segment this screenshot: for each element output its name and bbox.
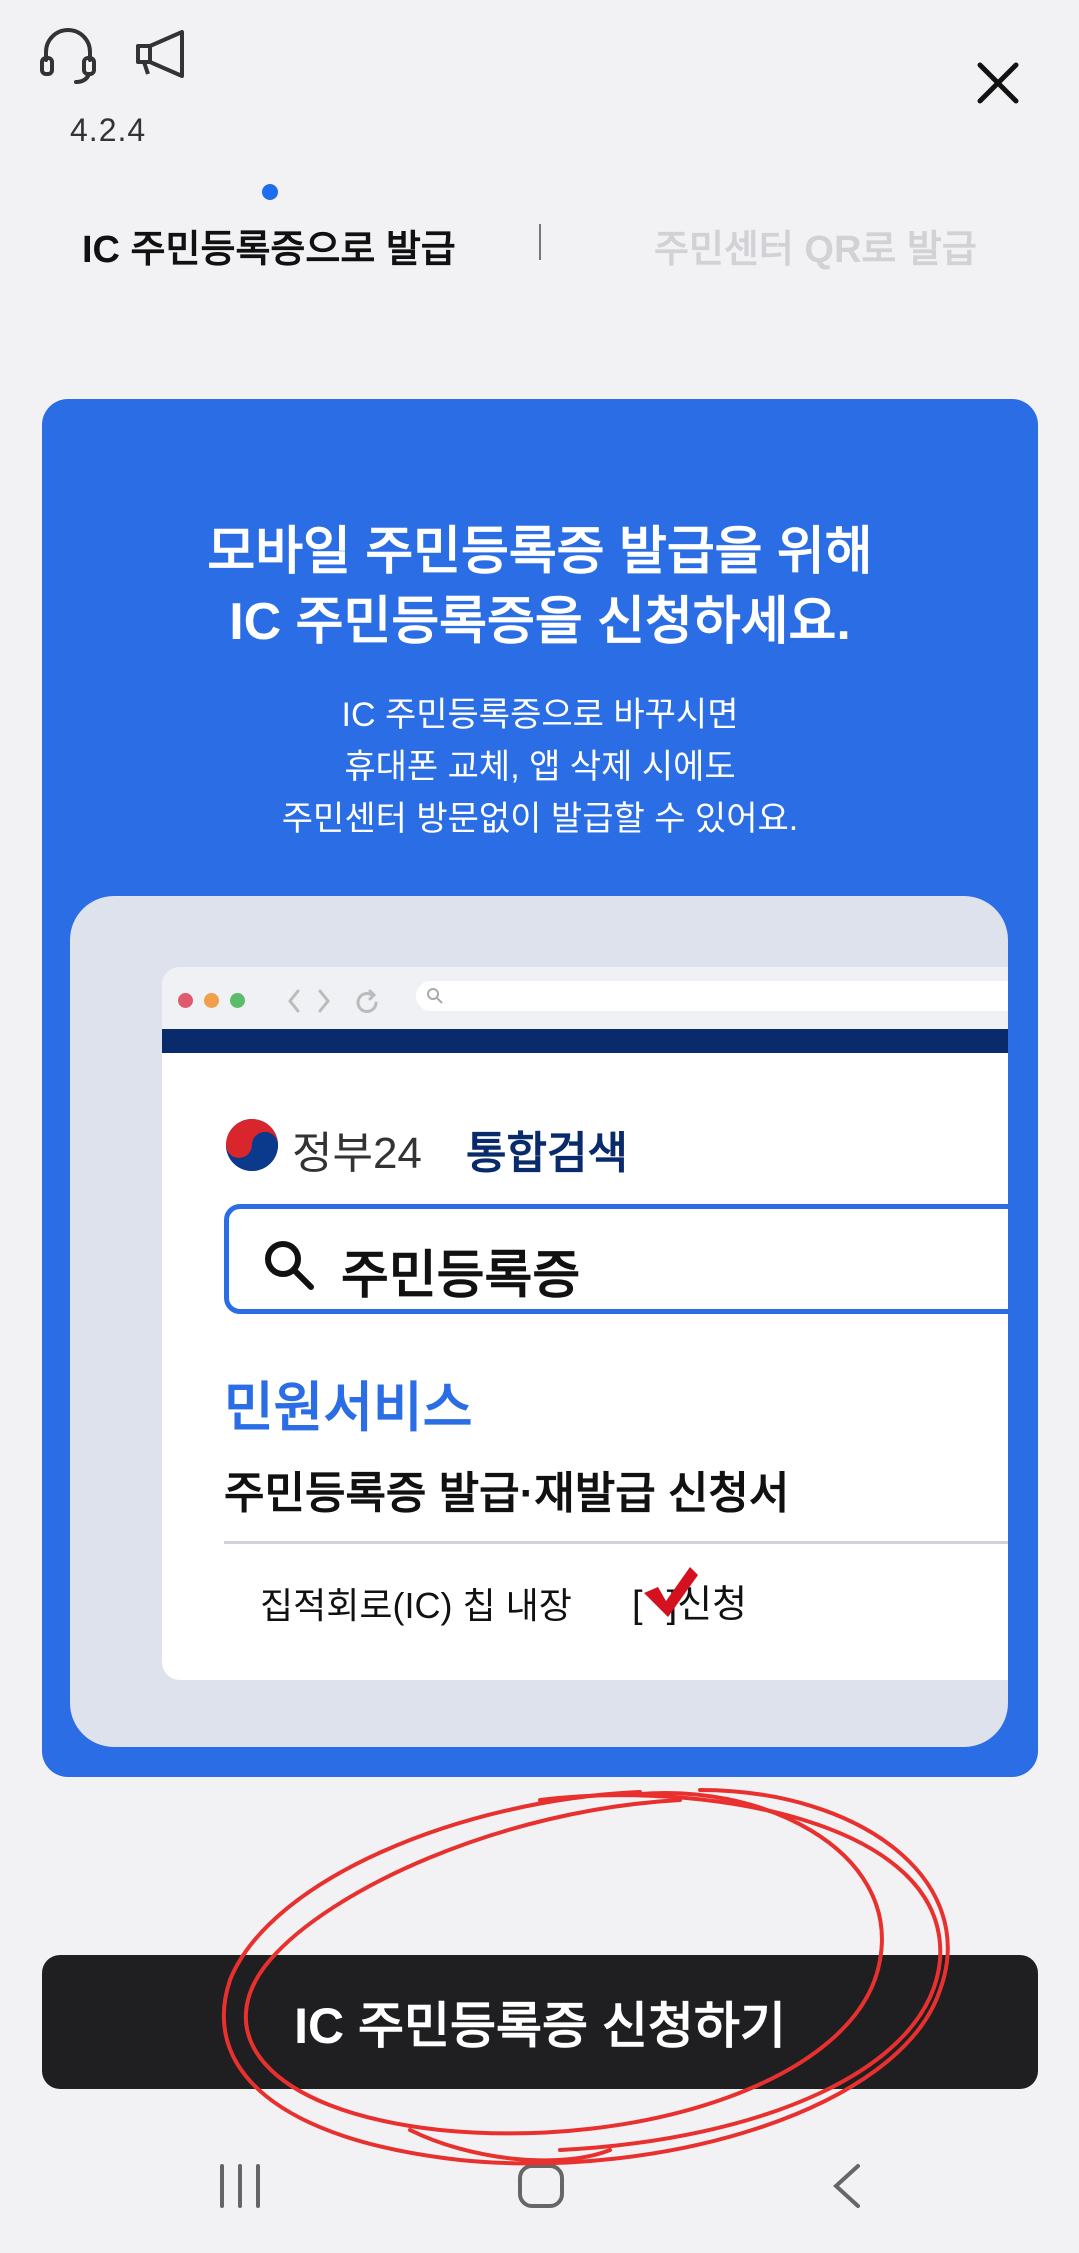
- forward-arrow-icon: [318, 989, 330, 1013]
- browser-toolbar: [162, 967, 1008, 1029]
- service-item-title: 주민등록증 발급·재발급 신청서: [224, 1469, 790, 1518]
- browser-mockup: 정부24 통합검색 주민등록증 민원서비스 주민등록증 발급·재발급 신청서 집…: [162, 967, 1008, 1680]
- site-header-stripe: [162, 1029, 1008, 1053]
- home-icon[interactable]: [516, 2160, 568, 2217]
- ic-chip-option-label: 집적회로(IC) 칩 내장: [260, 1585, 572, 1626]
- desc-line2: 휴대폰 교체, 앱 삭제 시에도: [344, 748, 736, 786]
- headset-icon[interactable]: [36, 22, 100, 86]
- search-icon: [427, 988, 443, 1004]
- active-tab-indicator: [262, 184, 278, 200]
- back-icon[interactable]: [828, 2160, 868, 2217]
- app-version: 4.2.4: [70, 112, 147, 148]
- close-icon[interactable]: [970, 55, 1026, 111]
- tab-ic-card[interactable]: IC 주민등록증으로 발급: [82, 218, 456, 273]
- search-field: 주민등록증: [224, 1204, 1008, 1314]
- apply-ic-card-button[interactable]: IC 주민등록증 신청하기: [42, 1955, 1038, 2089]
- window-dot-yellow: [204, 993, 219, 1008]
- integrated-search-label: 통합검색: [466, 1129, 628, 1178]
- divider: [224, 1541, 1008, 1544]
- search-query: 주민등록증: [341, 1247, 581, 1305]
- recent-apps-icon[interactable]: [216, 2160, 266, 2217]
- magnifier-icon: [265, 1241, 314, 1290]
- window-dot-green: [230, 993, 245, 1008]
- desc-line3: 주민센터 방문없이 발급할 수 있어요.: [281, 800, 799, 838]
- window-dot-red: [178, 993, 193, 1008]
- megaphone-icon[interactable]: [130, 22, 194, 86]
- government-logo-icon: [226, 1119, 278, 1171]
- red-check-icon: [644, 1567, 698, 1617]
- url-bar: [416, 981, 1008, 1011]
- info-card: 모바일 주민등록증 발급을 위해 IC 주민등록증을 신청하세요. IC 주민등…: [42, 399, 1038, 1777]
- tab-divider: [539, 224, 541, 260]
- illustration-panel: 정부24 통합검색 주민등록증 민원서비스 주민등록증 발급·재발급 신청서 집…: [70, 896, 1008, 1747]
- headline-line1: 모바일 주민등록증 발급을 위해: [207, 523, 873, 581]
- service-section-title: 민원서비스: [224, 1378, 473, 1438]
- gov24-title: 정부24: [292, 1129, 422, 1178]
- headline-line2: IC 주민등록증을 신청하세요.: [229, 593, 851, 651]
- desc-line1: IC 주민등록증으로 바꾸시면: [341, 696, 739, 734]
- back-arrow-icon: [288, 989, 300, 1013]
- tab-qr[interactable]: 주민센터 QR로 발급: [654, 218, 977, 273]
